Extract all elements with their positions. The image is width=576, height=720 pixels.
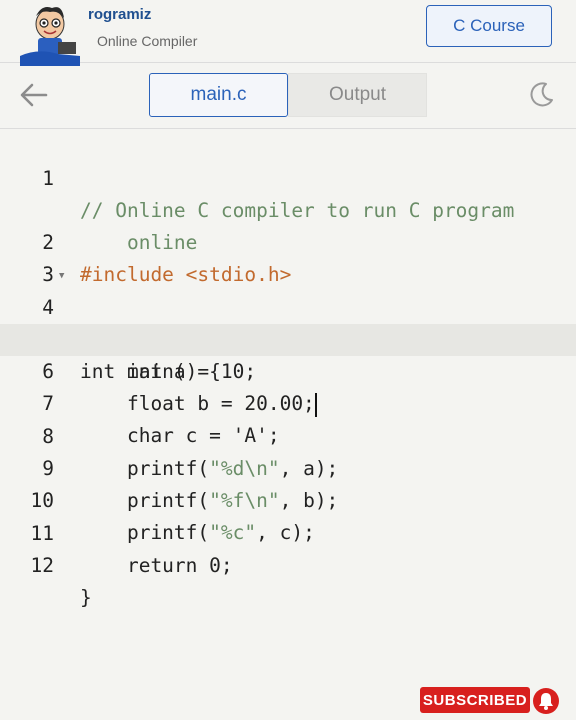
code-line: 8 printf("%d\n", a); xyxy=(0,389,576,480)
code-editor[interactable]: 1 // Online C compiler to run C program … xyxy=(0,130,576,609)
code-line: 11 return 0; xyxy=(0,486,576,577)
code-line: 7 char c = 'A'; xyxy=(0,356,576,447)
brand-name: rogramiz xyxy=(88,6,152,23)
code-line: 4 ▼ int main() { xyxy=(0,260,576,383)
editor-toolbar: main.c Output xyxy=(0,63,576,129)
notification-bell-icon[interactable] xyxy=(532,687,560,715)
code-line: online xyxy=(0,163,576,254)
tab-output[interactable]: Output xyxy=(288,73,427,117)
happy-coding-mascot-icon xyxy=(20,7,80,66)
back-arrow-icon[interactable] xyxy=(18,81,50,109)
subscribed-badge[interactable]: SUBSCRIBED xyxy=(420,687,530,713)
code-line: 2 #include <stdio.h> xyxy=(0,195,576,286)
code-text: return 0; xyxy=(80,554,233,577)
line-number: 12 xyxy=(30,554,54,577)
fold-arrow-icon[interactable]: ▼ xyxy=(59,260,64,292)
code-line: 12 } xyxy=(0,518,576,609)
code-line: 9 printf("%f\n", b); xyxy=(0,421,576,512)
app-header: rogramiz Online Compiler C Course xyxy=(0,0,576,66)
c-course-button[interactable]: C Course xyxy=(426,5,552,47)
code-line: 1 // Online C compiler to run C program xyxy=(0,131,576,222)
code-text: } xyxy=(80,586,92,609)
tab-main-c[interactable]: main.c xyxy=(149,73,288,117)
dark-mode-moon-icon[interactable] xyxy=(526,80,556,110)
code-line: 3 xyxy=(0,227,576,286)
code-line-active: 6 float b = 20.00; xyxy=(0,324,576,417)
code-line: 10 printf("%c", c); xyxy=(0,453,576,544)
brand-subtitle: Online Compiler xyxy=(97,33,198,49)
code-line: 5 int a = 10; xyxy=(0,292,576,383)
